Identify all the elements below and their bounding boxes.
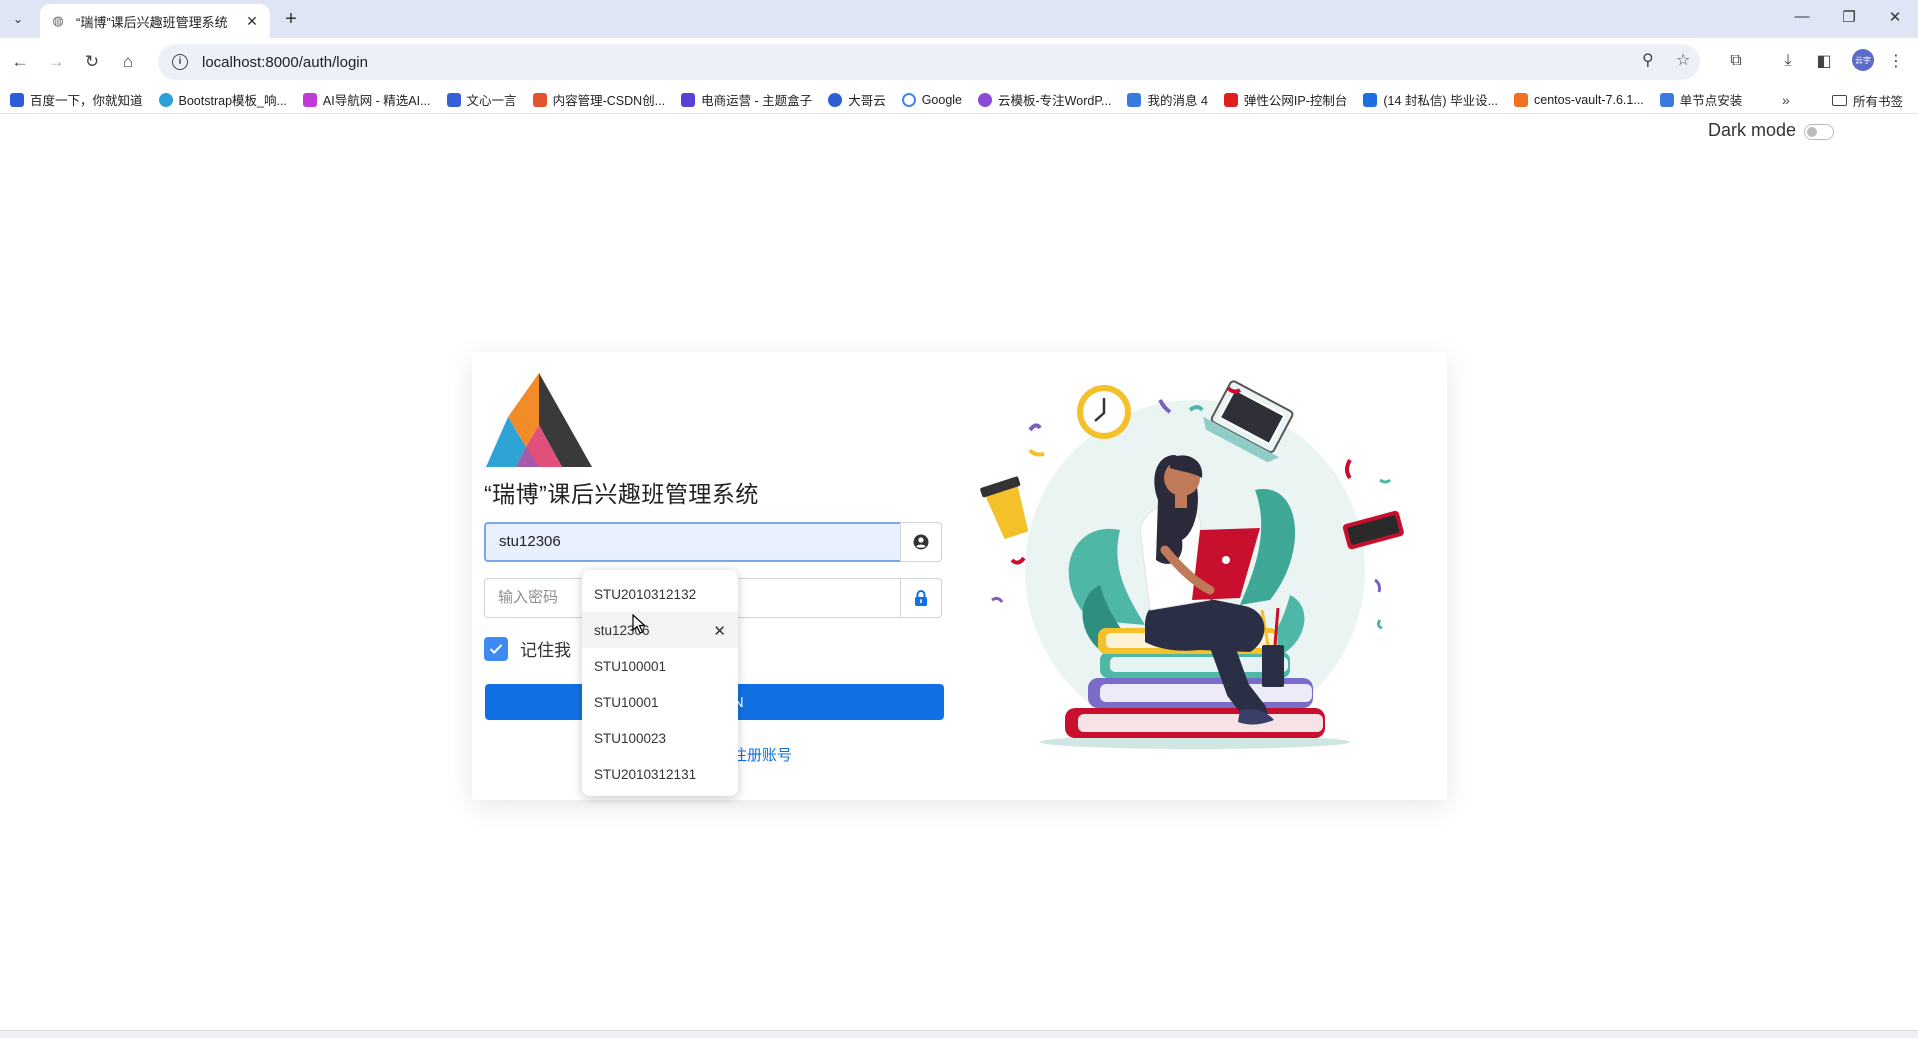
close-tab-icon[interactable]: ✕ [244, 13, 260, 30]
site-info-icon[interactable]: i [172, 54, 188, 70]
study-illustration [980, 380, 1404, 749]
side-panel-icon[interactable]: ◧ [1812, 49, 1836, 73]
bookmark-favicon-icon [532, 92, 547, 107]
dark-mode-label: Dark mode [1708, 120, 1797, 140]
zoom-icon[interactable]: ⚲ [1642, 50, 1654, 70]
bookmark-item[interactable]: 我的消息 4 [1127, 90, 1208, 109]
bookmark-item[interactable]: (14 封私信) 毕业设... [1363, 90, 1498, 109]
autocomplete-dropdown: STU2010312132 stu12306 ✕ STU100001 STU10… [582, 570, 738, 796]
bookmark-star-icon[interactable]: ☆ [1676, 50, 1690, 70]
bookmark-favicon-icon [446, 92, 461, 107]
bookmark-favicon-icon [158, 92, 173, 107]
dark-mode-toggle[interactable] [1804, 124, 1835, 140]
autocomplete-option[interactable]: STU10001 [582, 684, 738, 720]
autocomplete-option[interactable]: STU100001 [582, 648, 738, 684]
user-icon [900, 522, 942, 562]
bookmark-item[interactable]: 弹性公网IP-控制台 [1223, 90, 1347, 109]
remember-me-checkbox[interactable] [484, 636, 508, 661]
bookmark-item[interactable]: 内容管理-CSDN创... [532, 90, 665, 109]
address-bar[interactable]: i localhost:8000/auth/login [158, 44, 1700, 80]
back-arrow-icon[interactable]: ← [8, 50, 32, 74]
restore-icon[interactable]: ❐ [1837, 8, 1861, 26]
bookmark-item[interactable]: 文心一言 [446, 90, 517, 109]
checkmark-icon [489, 643, 503, 654]
globe-icon: ◍ [52, 13, 64, 28]
bookmark-item[interactable]: AI导航网 - 精选AI... [302, 90, 431, 109]
mouse-pointer-icon [632, 614, 646, 634]
autocomplete-option[interactable]: STU2010312131 [582, 756, 738, 792]
url-text: localhost:8000/auth/login [202, 53, 368, 71]
extensions-icon[interactable]: ⧉ [1724, 49, 1748, 73]
bookmark-favicon-icon [1659, 92, 1674, 107]
bookmark-item[interactable]: 电商运营 - 主题盒子 [681, 90, 812, 109]
browser-tab-active[interactable]: ◍ “瑞博”课后兴趣班管理系统 ✕ [40, 4, 270, 38]
browser-menu-icon[interactable]: ⋮ [1884, 49, 1908, 73]
bookmark-item[interactable]: 大哥云 [828, 90, 886, 109]
browser-toolbar: ← → ↻ ⌂ i localhost:8000/auth/login ⚲ ☆ … [0, 38, 1918, 86]
google-icon [901, 92, 916, 107]
bookmark-item[interactable]: Google [901, 92, 962, 107]
bookmark-item[interactable]: Bootstrap模板_响... [158, 90, 287, 109]
lock-icon [900, 578, 942, 618]
tab-search-chevron-icon[interactable]: ⌄ [6, 8, 30, 30]
reload-icon[interactable]: ↻ [80, 50, 104, 74]
bookmark-favicon-icon [681, 92, 696, 107]
forward-arrow-icon[interactable]: → [44, 50, 68, 74]
remember-me: 记住我 [484, 636, 571, 661]
bookmark-item[interactable]: centos-vault-7.6.1... [1514, 92, 1644, 107]
all-bookmarks-folder[interactable]: 所有书签 [1832, 91, 1903, 110]
more-bookmarks-chevron-icon[interactable]: » [1782, 92, 1790, 108]
bookmarks-bar: 百度一下，你就知道 Bootstrap模板_响... AI导航网 - 精选AI.… [0, 86, 1918, 114]
page-title: “瑞博”课后兴趣班管理系统 [484, 481, 759, 507]
bookmark-item[interactable]: 云模板-专注WordP... [978, 90, 1111, 109]
new-tab-plus-icon[interactable]: + [280, 8, 302, 30]
autocomplete-option-hovered[interactable]: stu12306 ✕ [582, 612, 738, 648]
bookmark-item[interactable]: 百度一下，你就知道 [10, 90, 143, 109]
bookmark-favicon-icon [302, 92, 317, 107]
remove-entry-icon[interactable]: ✕ [713, 622, 726, 640]
bookmark-favicon-icon [978, 92, 993, 107]
profile-avatar[interactable]: 云宇 [1852, 49, 1874, 71]
app-logo [486, 373, 592, 467]
username-input[interactable]: stu12306 [484, 522, 900, 562]
download-icon[interactable]: ⤓ [1776, 49, 1800, 73]
tab-strip: ⌄ ◍ “瑞博”课后兴趣班管理系统 ✕ + — ❐ ✕ [0, 0, 1918, 38]
username-field-group: stu12306 [484, 522, 942, 562]
bookmark-favicon-icon [828, 92, 843, 107]
autocomplete-option[interactable]: STU2010312132 [582, 576, 738, 612]
bookmark-favicon-icon [1127, 92, 1142, 107]
dark-mode-control: Dark mode [1708, 120, 1835, 141]
bookmark-favicon-icon [1363, 92, 1378, 107]
window-bottom-edge [0, 1030, 1918, 1038]
bookmark-favicon-icon [10, 92, 24, 107]
home-icon[interactable]: ⌂ [116, 50, 140, 74]
bookmark-favicon-icon [1223, 92, 1238, 107]
minimize-icon[interactable]: — [1790, 8, 1814, 25]
tab-title: “瑞博”课后兴趣班管理系统 [76, 14, 228, 30]
remember-me-label: 记住我 [520, 641, 571, 660]
bookmark-item[interactable]: 单节点安装 [1659, 90, 1742, 109]
window-close-icon[interactable]: ✕ [1883, 8, 1907, 26]
folder-icon [1832, 95, 1847, 106]
bookmark-favicon-icon [1514, 92, 1528, 107]
autocomplete-option[interactable]: STU100023 [582, 720, 738, 756]
register-link[interactable]: 注册账号 [732, 744, 792, 765]
